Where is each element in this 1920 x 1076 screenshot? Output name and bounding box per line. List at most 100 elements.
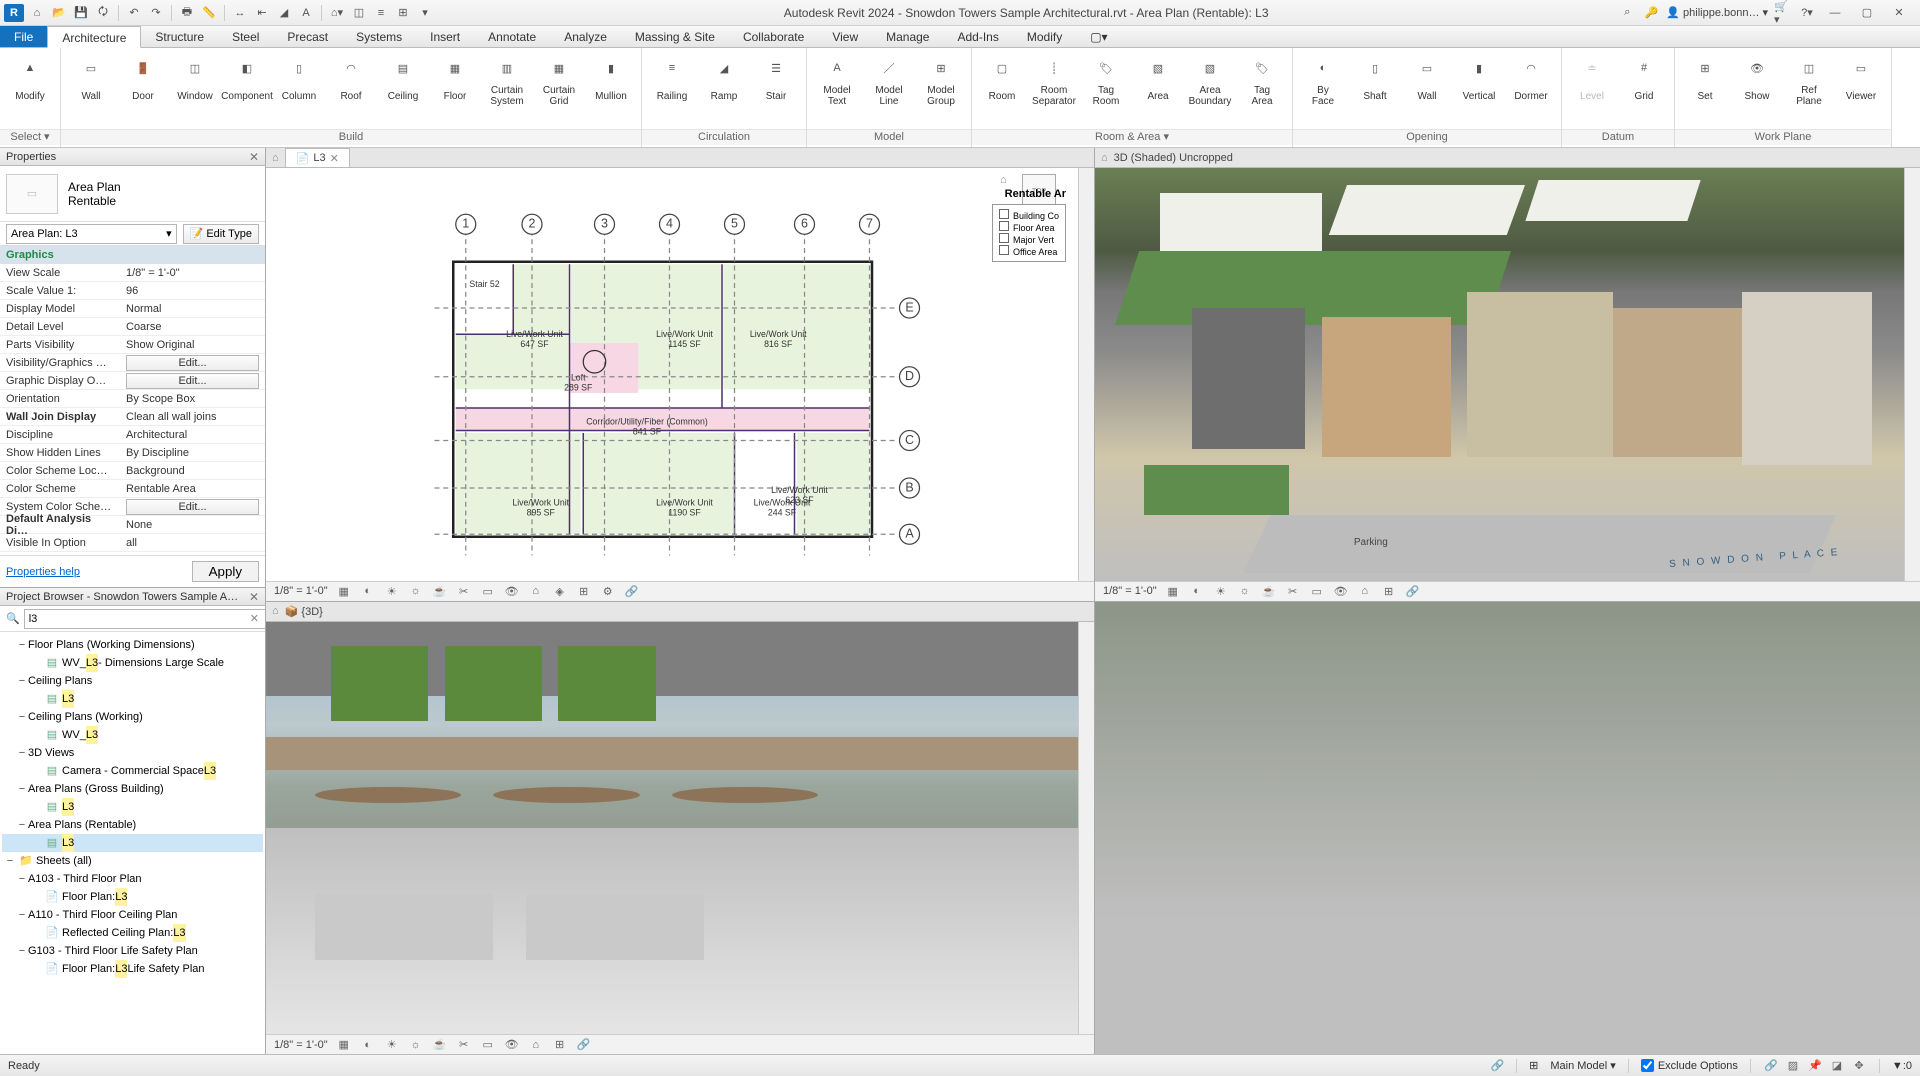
prop-edit-button[interactable]: Edit...: [126, 499, 259, 515]
crop-icon[interactable]: ✂: [456, 583, 472, 599]
close-browser-icon[interactable]: ✕: [249, 590, 259, 604]
tab-annotate[interactable]: Annotate: [474, 26, 550, 47]
crop-show-icon[interactable]: ▭: [480, 1037, 496, 1053]
shadows-icon[interactable]: ☼: [408, 583, 424, 599]
ribbon-vertical[interactable]: ▮Vertical: [1455, 50, 1503, 110]
ribbon-viewer[interactable]: ▭Viewer: [1837, 50, 1885, 110]
ribbon-model-group[interactable]: ⊞ModelGroup: [917, 50, 965, 110]
tree-node[interactable]: −Area Plans (Gross Building): [2, 780, 263, 798]
tree-node[interactable]: −Ceiling Plans: [2, 672, 263, 690]
tab-systems[interactable]: Systems: [342, 26, 416, 47]
ribbon-shaft[interactable]: ▯Shaft: [1351, 50, 1399, 110]
ribbon-set[interactable]: ⊞Set: [1681, 50, 1729, 110]
prop-row[interactable]: Show Hidden LinesBy Discipline: [0, 444, 265, 462]
camera-3d-canvas[interactable]: [266, 622, 1078, 1035]
ribbon-room[interactable]: ▢Room: [978, 50, 1026, 110]
scale-display[interactable]: 1/8" = 1'-0": [1103, 585, 1157, 597]
instance-dropdown[interactable]: Area Plan: L3▾: [6, 224, 177, 244]
prop-row[interactable]: View Scale1/8" = 1'-0": [0, 264, 265, 282]
thinlines-icon[interactable]: ≡: [372, 4, 390, 22]
crop-icon[interactable]: ✂: [1285, 583, 1301, 599]
prop-edit-button[interactable]: Edit...: [126, 355, 259, 371]
print-icon[interactable]: 🖶: [178, 4, 196, 22]
detail-level-icon[interactable]: ▦: [336, 1037, 352, 1053]
prop-row[interactable]: DisciplineArchitectural: [0, 426, 265, 444]
keynote-icon[interactable]: 🔑: [1642, 4, 1660, 22]
shadows-icon[interactable]: ☼: [1237, 583, 1253, 599]
ribbon-area[interactable]: ▧Area: [1134, 50, 1182, 110]
tab-architecture[interactable]: Architecture: [47, 26, 141, 48]
sunpath-icon[interactable]: ☀: [384, 1037, 400, 1053]
worksharing-icon[interactable]: ⊞: [552, 1037, 568, 1053]
sunpath-icon[interactable]: ☀: [1213, 583, 1229, 599]
ribbon-stair[interactable]: ☰Stair: [752, 50, 800, 110]
help-icon[interactable]: ?▾: [1798, 4, 1816, 22]
detail-level-icon[interactable]: ▦: [336, 583, 352, 599]
visual-style-icon[interactable]: ◐: [360, 1037, 376, 1053]
prop-group-graphics[interactable]: Graphics: [0, 246, 265, 264]
ribbon-window[interactable]: ◫Window: [171, 50, 219, 110]
hide-icon[interactable]: 👁: [504, 583, 520, 599]
prop-row[interactable]: Scale Value 1:96: [0, 282, 265, 300]
tree-node[interactable]: ▤WV_L3: [2, 726, 263, 744]
ribbon-grid[interactable]: #Grid: [1620, 50, 1668, 110]
tree-node[interactable]: −A110 - Third Floor Ceiling Plan: [2, 906, 263, 924]
scale-display[interactable]: 1/8" = 1'-0": [274, 1039, 328, 1051]
tab-massing-site[interactable]: Massing & Site: [621, 26, 729, 47]
tree-node[interactable]: −Area Plans (Rentable): [2, 816, 263, 834]
prop-row[interactable]: Default Analysis Di…None: [0, 516, 265, 534]
ribbon-by-face[interactable]: ◐ByFace: [1299, 50, 1347, 110]
ribbon-ramp[interactable]: ◢Ramp: [700, 50, 748, 110]
measure-icon[interactable]: 📏: [200, 4, 218, 22]
prop-row[interactable]: OrientationBy Scope Box: [0, 390, 265, 408]
ribbon-wall[interactable]: ▭Wall: [67, 50, 115, 110]
home-view-icon[interactable]: ⌂: [1101, 152, 1108, 164]
tree-node[interactable]: −3D Views: [2, 744, 263, 762]
reveal-constraints-icon[interactable]: 🔗: [1405, 583, 1421, 599]
tab-steel[interactable]: Steel: [218, 26, 273, 47]
tab-analyze[interactable]: Analyze: [550, 26, 621, 47]
render-icon[interactable]: ☕: [432, 583, 448, 599]
ribbon-curtain-system[interactable]: ▥CurtainSystem: [483, 50, 531, 110]
ribbon-ceiling[interactable]: ▤Ceiling: [379, 50, 427, 110]
text-icon[interactable]: A: [297, 4, 315, 22]
close-properties-icon[interactable]: ✕: [249, 150, 259, 164]
redo-icon[interactable]: ↷: [147, 4, 165, 22]
tab-add-ins[interactable]: Add-Ins: [943, 26, 1012, 47]
ribbon-wall[interactable]: ▭Wall: [1403, 50, 1451, 110]
clear-search-icon[interactable]: ✕: [250, 612, 259, 625]
prop-row[interactable]: Color SchemeRentable Area: [0, 480, 265, 498]
temphide-icon[interactable]: ⌂: [1357, 583, 1373, 599]
detail-level-icon[interactable]: ▦: [1165, 583, 1181, 599]
cart-icon[interactable]: 🛒▾: [1774, 4, 1792, 22]
ribbon-collapse-icon[interactable]: ▢▾: [1076, 26, 1121, 47]
user-account[interactable]: 👤 philippe.bonn… ▾: [1666, 6, 1768, 19]
tag-icon[interactable]: ◢: [275, 4, 293, 22]
reveal-constraints-icon[interactable]: 🔗: [576, 1037, 592, 1053]
tree-node[interactable]: 📄Reflected Ceiling Plan: L3: [2, 924, 263, 942]
analytical-icon[interactable]: ⚙: [600, 583, 616, 599]
tree-node[interactable]: ▤Camera - Commercial Space L3: [2, 762, 263, 780]
tree-node[interactable]: −Ceiling Plans (Working): [2, 708, 263, 726]
hide-icon[interactable]: 👁: [1333, 583, 1349, 599]
close-tab-icon[interactable]: ✕: [330, 152, 339, 165]
sunpath-icon[interactable]: ☀: [384, 583, 400, 599]
type-selector[interactable]: ▭ Area Plan Rentable: [0, 166, 265, 222]
apply-button[interactable]: Apply: [192, 561, 259, 582]
shaded-3d-canvas[interactable]: S N O W D O N P L A C E Parking: [1095, 168, 1904, 581]
render-icon[interactable]: ☕: [1261, 583, 1277, 599]
scrollbar-v[interactable]: [1078, 168, 1094, 581]
open-icon[interactable]: 📂: [50, 4, 68, 22]
ribbon-modify[interactable]: ▲Modify: [6, 50, 54, 110]
select-face-icon[interactable]: ◪: [1829, 1058, 1845, 1074]
render-icon[interactable]: ☕: [432, 1037, 448, 1053]
view-tab-l3[interactable]: 📄 L3 ✕: [285, 148, 350, 167]
ribbon-column[interactable]: ▯Column: [275, 50, 323, 110]
worksharing-icon[interactable]: ⊞: [1381, 583, 1397, 599]
edit-type-button[interactable]: 📝 Edit Type: [183, 224, 259, 244]
search-icon[interactable]: ⌕: [1618, 4, 1636, 22]
ribbon-roof[interactable]: ◠Roof: [327, 50, 375, 110]
browser-search-input[interactable]: [24, 609, 265, 629]
shaded-3d-canvas-lower[interactable]: [1095, 602, 1920, 1055]
ribbon-ref-plane[interactable]: ◫RefPlane: [1785, 50, 1833, 110]
